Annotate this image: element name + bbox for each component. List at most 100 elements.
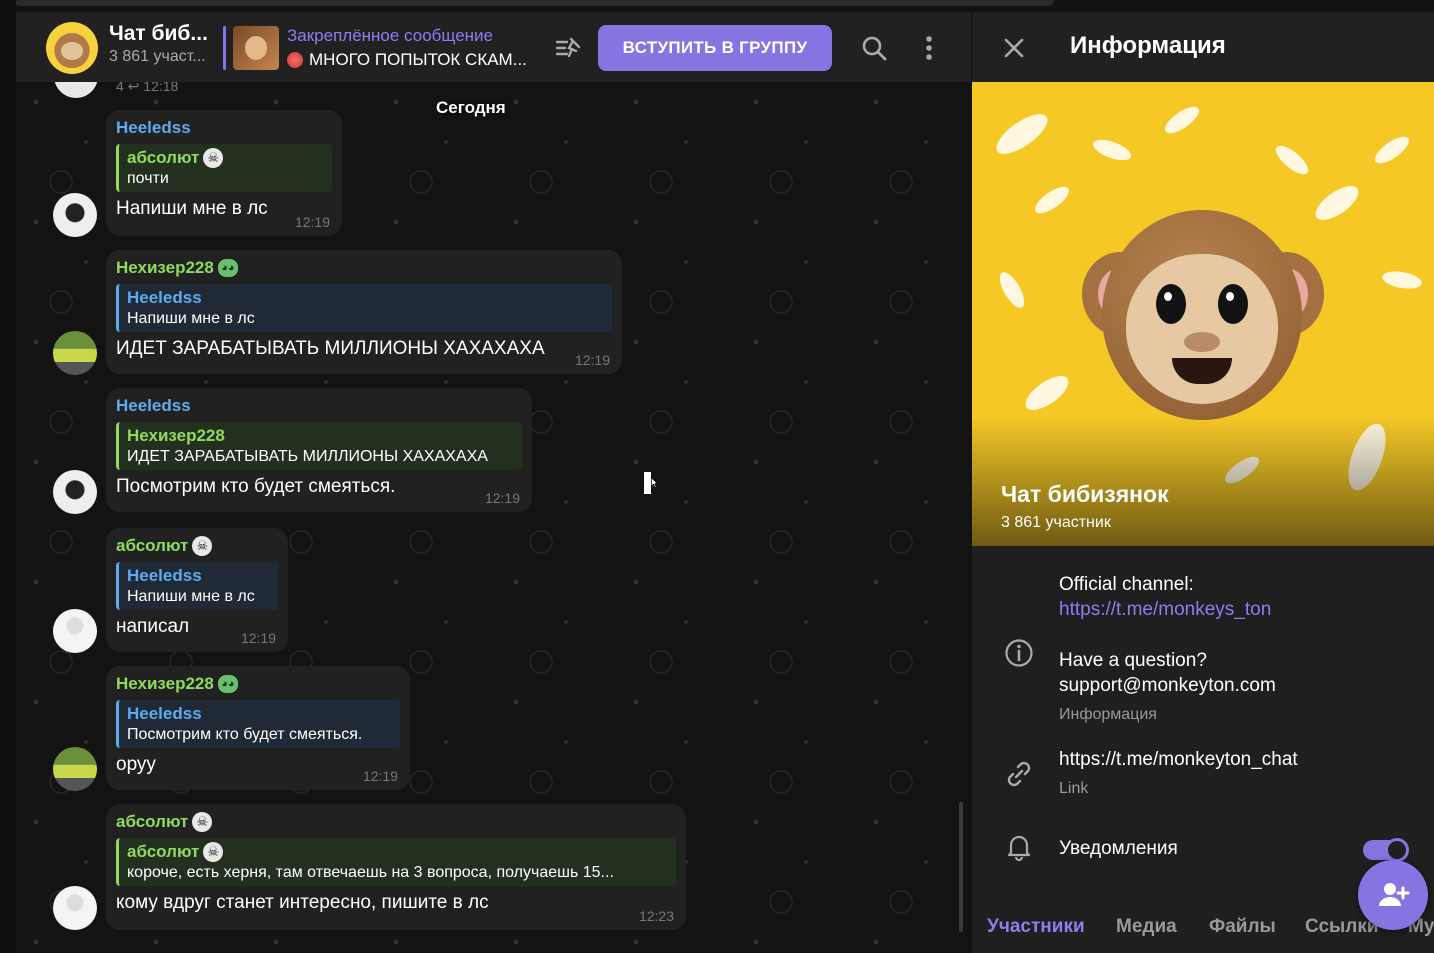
pinned-thumbnail[interactable] — [233, 26, 279, 70]
tab-files[interactable]: Файлы — [1209, 916, 1276, 938]
message-text: кому вдруг станет интересно, пишите в лс — [116, 892, 489, 913]
sender-name[interactable]: Heeledss — [116, 118, 332, 138]
contact-text: Have a question? support@monkeyton.com И… — [1059, 648, 1276, 727]
reply-quote[interactable]: Heeledss Напиши мне в лс — [116, 284, 612, 332]
mouse-cursor-icon — [644, 472, 658, 494]
info-icon — [1004, 638, 1034, 668]
avatar[interactable] — [53, 886, 97, 930]
avatar[interactable] — [53, 609, 97, 653]
sender-name[interactable]: Heeledss — [116, 396, 522, 416]
member-count: 3 861 участник — [1001, 514, 1111, 531]
panel-title: Информация — [1070, 32, 1226, 59]
message-meta: 4 ↩ 12:18 — [116, 82, 179, 94]
tab-media[interactable]: Медиа — [1116, 916, 1177, 938]
message-time: 12:19 — [240, 630, 276, 646]
notifications-label: Уведомления — [1059, 838, 1178, 859]
group-cover-image[interactable]: Чат бибизянок 3 861 участник — [972, 82, 1434, 546]
add-user-icon — [1379, 883, 1410, 906]
message-time: 12:19 — [294, 214, 330, 230]
monkey-face — [1126, 254, 1278, 404]
banana-icon — [995, 268, 1029, 312]
skull-emoji-icon: ☠ — [203, 148, 224, 168]
pinned-list-icon[interactable] — [554, 34, 582, 62]
add-member-button[interactable] — [1358, 860, 1428, 930]
sender-name[interactable]: Нехизер228 — [116, 674, 214, 694]
banana-icon — [1090, 135, 1134, 165]
message-time: 12:23 — [638, 908, 674, 924]
reply-quote[interactable]: Heeledss Напиши мне в лс — [116, 562, 278, 610]
message-bubble[interactable]: абсолют ☠ абсолют ☠ короче, есть херня, та… — [106, 804, 686, 930]
join-group-button[interactable]: ВСТУПИТЬ В ГРУППУ — [598, 25, 832, 71]
banana-icon — [1371, 131, 1413, 169]
chat-scrollbar[interactable] — [959, 802, 963, 932]
link-icon — [1004, 759, 1034, 789]
pinned-indicator — [223, 26, 226, 70]
close-icon[interactable] — [1000, 34, 1028, 62]
reply-name: абсолют — [127, 842, 200, 861]
reply-text: Напиши мне в лс — [127, 588, 255, 605]
reply-quote[interactable]: абсолют ☠ почти — [116, 144, 332, 192]
chat-title: Чат биб... — [109, 22, 208, 45]
support-email[interactable]: support@monkeyton.com — [1059, 673, 1276, 698]
message-bubble[interactable]: абсолют ☠ Heeledss Напиши мне в лс написа… — [106, 528, 288, 652]
message-bubble[interactable]: Нехизер228 ◕◕ Heeledss Напиши мне в лс ИД… — [106, 250, 622, 374]
message-bubble[interactable]: Heeledss абсолют ☠ почти Напиши мне в лс … — [106, 110, 342, 236]
message-bubble[interactable]: Нехизер228 ◕◕ Heeledss Посмотрим кто буде… — [106, 666, 410, 790]
description-text: Official channel: https://t.me/monkeys_t… — [1059, 572, 1271, 622]
avatar[interactable] — [53, 747, 97, 791]
tab-strip — [14, 0, 1054, 6]
banana-icon — [1271, 141, 1313, 179]
monkey-face-icon — [61, 42, 83, 60]
banana-icon — [990, 106, 1054, 162]
reply-text: Напиши мне в лс — [127, 310, 255, 327]
description-line: Official channel: — [1059, 574, 1194, 595]
avatar[interactable] — [53, 470, 97, 514]
banana-icon — [1310, 179, 1364, 227]
reply-quote[interactable]: Heeledss Посмотрим кто будет смеяться. — [116, 700, 400, 748]
chat-area[interactable]: 4 ↩ 12:18 Сегодня Heeledss абсолют ☠ почт… — [16, 82, 971, 953]
chat-title-block[interactable]: Чат биб... 3 861 участ... — [109, 22, 219, 66]
search-icon[interactable] — [860, 34, 888, 62]
reply-quote[interactable]: абсолют ☠ короче, есть херня, там отвечае… — [116, 838, 676, 886]
more-vert-icon[interactable] — [915, 34, 943, 62]
info-caption: Информация — [1059, 706, 1157, 723]
pinned-title: Закреплённое сообщение — [287, 26, 493, 45]
message-bubble[interactable]: Heeledss Нехизер228 ИДЕТ ЗАРАБАТЫВАТЬ МИ… — [106, 388, 532, 512]
toggle-knob — [1385, 838, 1409, 862]
message-time: 12:19 — [362, 768, 398, 784]
reply-quote[interactable]: Нехизер228 ИДЕТ ЗАРАБАТЫВАТЬ МИЛЛИОНЫ ХА… — [116, 422, 522, 470]
date-separator: Сегодня — [436, 98, 506, 117]
message-text: оруу — [116, 754, 156, 775]
description-line: Have a question? — [1059, 650, 1207, 671]
channel-link[interactable]: https://t.me/monkeys_ton — [1059, 597, 1271, 622]
notifications-toggle[interactable] — [1363, 838, 1409, 862]
banana-icon — [1380, 268, 1424, 292]
banana-icon — [1031, 181, 1073, 219]
pinned-message[interactable]: Закреплённое сообщение МНОГО ПОПЫТОК СКА… — [287, 26, 537, 70]
banana-icon — [1020, 369, 1074, 417]
pinned-preview: МНОГО ПОПЫТОК СКАМ... — [287, 50, 537, 70]
avatar[interactable] — [53, 331, 97, 375]
sender-name[interactable]: абсолют — [116, 812, 188, 832]
chat-avatar[interactable] — [46, 22, 98, 74]
reply-name: Heeledss — [127, 566, 202, 585]
tab-members[interactable]: Участники — [987, 916, 1085, 938]
group-name: Чат бибизянок — [1001, 481, 1169, 507]
sender-name[interactable]: Нехизер228 — [116, 258, 214, 278]
reply-name: абсолют — [127, 148, 200, 167]
reply-name: Heeledss — [127, 704, 202, 723]
info-panel: Информация Чат бибизянок 3 861 участник — [972, 12, 1434, 953]
reply-text: Посмотрим кто будет смеяться. — [127, 726, 363, 743]
mouth — [1172, 358, 1232, 384]
sender-name[interactable]: абсолют — [116, 536, 188, 556]
frog-emoji-icon: ◕◕ — [217, 675, 238, 693]
red-emoji-icon — [287, 52, 303, 68]
avatar[interactable] — [53, 193, 97, 237]
chat-link[interactable]: https://t.me/monkeyton_chat — [1059, 747, 1298, 772]
chat-header: Чат биб... 3 861 участ... Закреплённое с… — [16, 12, 971, 82]
reply-name: Нехизер228 — [127, 426, 225, 445]
skull-emoji-icon: ☠ — [203, 842, 224, 862]
message-text: ИДЕТ ЗАРАБАТЫВАТЬ МИЛЛИОНЫ ХАХАХАХА — [116, 338, 545, 359]
info-panel-header: Информация — [972, 12, 1434, 82]
eye — [1156, 284, 1186, 324]
